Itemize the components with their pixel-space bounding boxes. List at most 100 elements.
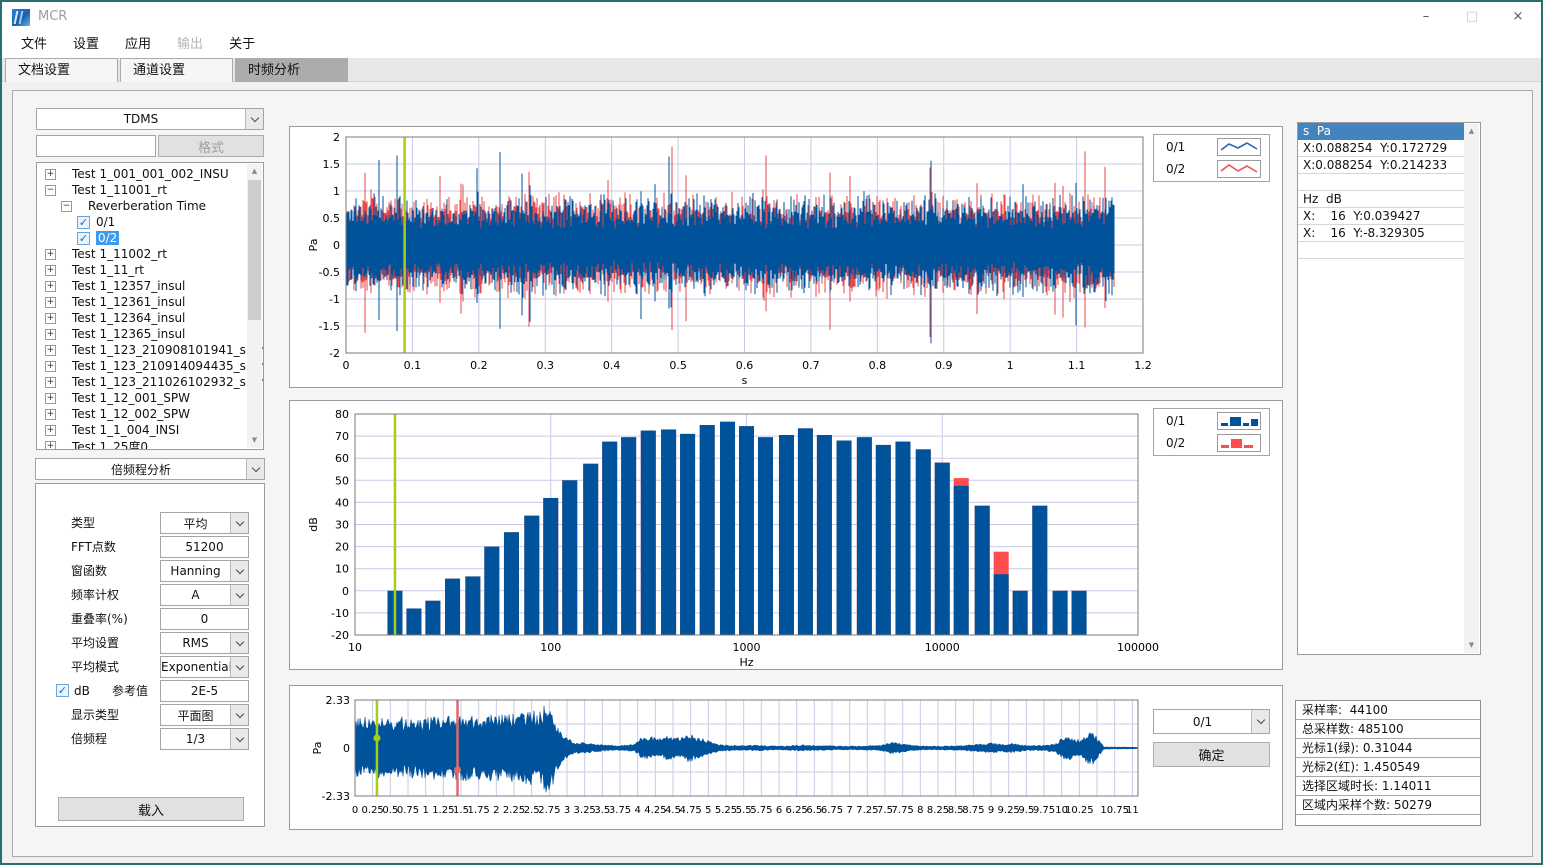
format-filter-input[interactable] [36,135,156,157]
expand-icon[interactable]: + [45,297,56,308]
expand-icon[interactable]: + [45,169,56,180]
channel-checkbox[interactable]: ✓ [77,232,90,245]
tree-item-label: Test 1_12364_insul [72,311,185,325]
chevron-down-icon[interactable] [230,585,248,605]
expand-icon[interactable]: + [45,441,56,451]
collapse-icon[interactable]: − [45,185,56,196]
svg-text:100: 100 [540,641,561,654]
expand-icon[interactable]: + [45,361,56,372]
readout-row[interactable] [1298,242,1464,259]
minimize-button[interactable]: – [1403,2,1449,32]
expand-icon[interactable]: + [45,345,56,356]
svg-text:0.8: 0.8 [869,359,887,372]
tree-item[interactable]: +Test 1_001_001_002_INSU [37,166,248,182]
octave-spectrum-chart[interactable]: 80706050403020100-10-2010100100010000100… [290,401,1282,669]
average-setting-select[interactable]: RMS [160,632,249,654]
readout-row[interactable]: Hz dB [1298,191,1464,208]
chevron-down-icon[interactable] [230,729,248,749]
fft-points-input[interactable]: 51200 [160,536,249,558]
chevron-down-icon[interactable] [246,459,264,479]
chevron-down-icon[interactable] [245,109,263,129]
db-reference-checkbox[interactable]: ✓ [56,684,69,697]
expand-icon[interactable]: + [45,393,56,404]
readout-row[interactable]: X: 16 Y:0.039427 [1298,208,1464,225]
tree-item[interactable]: +Test 1_12357_insul [37,278,248,294]
tree-item[interactable]: −Test 1_11001_rt [37,182,248,198]
tree-item[interactable]: +Test 1_12_002_SPW [37,406,248,422]
chevron-down-icon[interactable] [230,513,248,533]
window-function-select[interactable]: Hanning [160,560,249,582]
tree-item[interactable]: +Test 1_1_004_INSI [37,422,248,438]
scroll-down-icon[interactable]: ▼ [247,433,262,448]
tab-document-settings[interactable]: 文档设置 [5,58,118,82]
load-button[interactable]: 载入 [58,797,244,821]
menu-item-file[interactable]: 文件 [8,32,60,58]
db-reference-input[interactable]: 2E-5 [160,680,249,702]
octave-select[interactable]: 1/3 [160,728,249,750]
expand-icon[interactable]: + [45,313,56,324]
scroll-up-icon[interactable]: ▲ [1464,124,1479,139]
expand-icon[interactable]: + [45,265,56,276]
close-button[interactable]: × [1495,2,1541,32]
svg-text:30: 30 [335,519,349,532]
average-mode-select[interactable]: Exponential [160,656,249,678]
collapse-icon[interactable]: − [61,201,72,212]
average-mode-select-value: Exponential [161,660,230,674]
chevron-down-icon[interactable] [230,633,248,653]
time-waveform-chart[interactable]: 21.510.50-0.5-1-1.5-200.10.20.30.40.50.6… [290,127,1282,387]
chevron-down-icon[interactable] [230,561,248,581]
expand-icon[interactable]: + [45,281,56,292]
expand-icon[interactable]: + [45,249,56,260]
readout-row[interactable]: X:0.088254 Y:0.172729 [1298,140,1464,157]
tree-scrollbar[interactable]: ▲ ▼ [247,164,262,448]
analysis-type-select[interactable]: 倍频程分析 [35,458,265,480]
readout-row[interactable] [1298,174,1464,191]
tree-item[interactable]: +Test 1_12361_insul [37,294,248,310]
menu-item-about[interactable]: 关于 [216,32,268,58]
menu-item-apply[interactable]: 应用 [112,32,164,58]
full-waveform-chart[interactable]: 2.330-2.3300.250.50.7511.251.51.7522.252… [290,686,1282,829]
maximize-button[interactable]: □ [1449,2,1495,32]
scroll-up-icon[interactable]: ▲ [247,164,262,179]
readout-scrollbar[interactable]: ▲ ▼ [1464,124,1479,653]
scroll-down-icon[interactable]: ▼ [1464,638,1479,653]
overlap-input[interactable]: 0 [160,608,249,630]
expand-icon[interactable]: + [45,409,56,420]
tree-item[interactable]: +Test 1_11_rt [37,262,248,278]
tree-item[interactable]: +Test 1_25度0 [37,438,248,450]
readout-row[interactable]: X:0.088254 Y:0.214233 [1298,157,1464,174]
confirm-button[interactable]: 确定 [1153,742,1270,767]
channel-select[interactable]: 0/1 [1153,709,1270,734]
tree-item[interactable]: +Test 1_12_001_SPW [37,390,248,406]
svg-text:5.75: 5.75 [750,805,772,816]
chevron-down-icon[interactable] [1251,710,1269,733]
tree-item[interactable]: ✓0/2 [37,230,248,246]
tree-item[interactable]: +Test 1_12365_insul [37,326,248,342]
tree-scrollbar-thumb[interactable] [248,180,261,320]
readout-header-row[interactable]: s Pa [1298,123,1464,140]
tree-item[interactable]: + Test 1_12364_insul [37,310,248,326]
tree-item[interactable]: ✓0/1 [37,214,248,230]
menu-item-settings[interactable]: 设置 [60,32,112,58]
tree-item[interactable]: −Reverberation Time [37,198,248,214]
expand-icon[interactable]: + [45,329,56,340]
file-format-select[interactable]: TDMS [36,108,264,130]
svg-text:2: 2 [493,805,499,816]
channel-checkbox[interactable]: ✓ [77,216,90,229]
expand-icon[interactable]: + [45,377,56,388]
tree-item[interactable]: +Test 1_123_211026102932_spw [37,374,248,390]
display-type-select[interactable]: 平面图 [160,704,249,726]
expand-icon[interactable]: + [45,425,56,436]
chevron-down-icon[interactable] [230,705,248,725]
tab-time-frequency-analysis[interactable]: 时频分析 [235,58,348,82]
chevron-down-icon[interactable] [230,657,248,677]
tree-item[interactable]: +Test 1_123_210914094435_spw [37,358,248,374]
readout-row[interactable]: X: 16 Y:-8.329305 [1298,225,1464,242]
stat-row: 光标1(绿): 0.31044 [1296,739,1480,758]
frequency-weighting-select[interactable]: A [160,584,249,606]
tree-item[interactable]: +Test 1_123_210908101941_spw [37,342,248,358]
file-tree[interactable]: +Test 1_001_001_002_INSU−Test 1_11001_rt… [36,162,264,450]
tab-channel-settings[interactable]: 通道设置 [120,58,233,82]
tree-item[interactable]: +Test 1_11002_rt [37,246,248,262]
type-select[interactable]: 平均 [160,512,249,534]
